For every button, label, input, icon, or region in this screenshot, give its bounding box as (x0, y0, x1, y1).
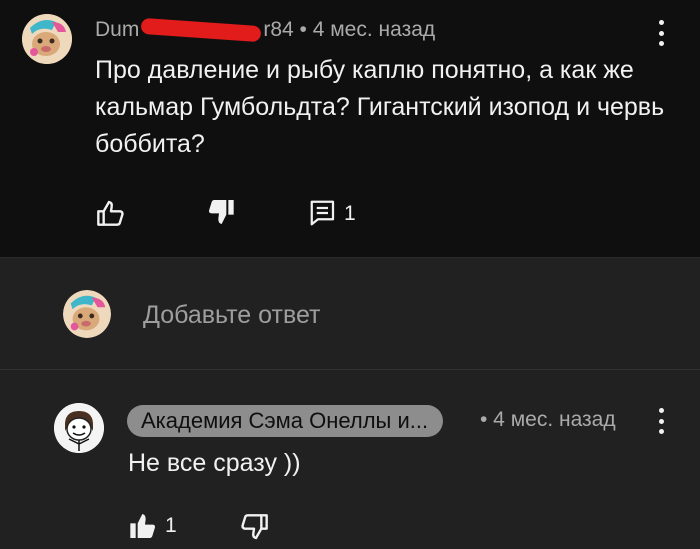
add-reply-row: Добавьте ответ (0, 258, 700, 370)
comment: Dum r84 • 4 мес. назад Про давление и рыб… (0, 0, 700, 258)
comment-text: Про давление и рыбу каплю понятно, а как… (95, 56, 665, 158)
more-vert-icon[interactable] (653, 20, 669, 46)
reply-time: • 4 мес. назад (480, 408, 616, 431)
like-outline-icon[interactable] (95, 198, 127, 235)
reply-count: 1 (344, 202, 356, 225)
channel-avatar[interactable] (54, 403, 104, 453)
own-avatar (63, 290, 111, 338)
reply-text: Не все сразу )) (128, 449, 301, 477)
more-vert-icon[interactable] (653, 408, 669, 434)
reply: Академия Сэма Онеллы и... • 4 мес. назад… (0, 370, 700, 549)
reply-icon[interactable] (308, 198, 338, 233)
dislike-outline-icon[interactable] (238, 510, 270, 547)
like-count: 1 (165, 514, 177, 537)
dislike-filled-icon[interactable] (205, 196, 237, 233)
redaction-mark (140, 18, 262, 43)
comment-time: • 4 мес. назад (299, 18, 436, 41)
comment-meta: Dum r84 • 4 мес. назад (95, 18, 436, 43)
reply-input[interactable]: Добавьте ответ (143, 301, 320, 330)
like-filled-icon[interactable] (127, 510, 159, 547)
author-name[interactable]: Dum (95, 18, 139, 41)
user-avatar[interactable] (22, 14, 72, 64)
author-name-end[interactable]: r84 (263, 18, 293, 41)
channel-name-badge[interactable]: Академия Сэма Онеллы и... (127, 405, 443, 437)
